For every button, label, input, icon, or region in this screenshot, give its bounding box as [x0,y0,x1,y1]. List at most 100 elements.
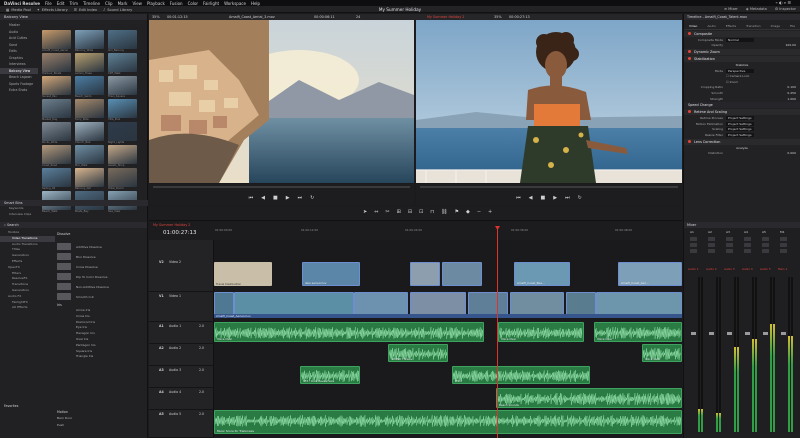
track-header-a3[interactable]: A3 Audio 3 2.0 [149,366,214,388]
tab-file[interactable]: File [790,24,795,28]
stab-mode-select[interactable]: Perspective [726,68,754,73]
clip-thumbnail[interactable]: Villa_Pool [108,99,137,121]
audio-clip[interactable]: SOUND FX.wav [388,344,448,362]
motion-estimation-select[interactable]: Project Settings [726,121,754,126]
smart-bin-interviews[interactable]: Interview Clips [0,212,148,218]
mixer-channel-button[interactable] [726,249,733,253]
audio-clip[interactable]: Voice Over [594,322,682,342]
stop-icon[interactable]: ■ [541,195,546,201]
menu-workspace[interactable]: Workspace [224,1,246,6]
tab-audio[interactable]: Audio [707,24,716,28]
selection-tool-icon[interactable]: ➤ [363,209,367,215]
video-clip[interactable] [442,262,482,286]
menu-file[interactable]: File [45,1,52,6]
enable-icon[interactable] [688,139,691,143]
audio-clip[interactable]: Wind [452,366,590,384]
mixer-channel-button[interactable] [762,249,769,253]
overwrite-icon[interactable]: ⊟ [408,209,412,215]
app-name[interactable]: DaVinci Resolve [4,1,40,6]
menu-trim[interactable]: Trim [69,1,78,6]
menu-fusion[interactable]: Fusion [170,1,183,6]
fx-category[interactable]: AU Effects [0,305,55,311]
clip-thumbnail[interactable]: Girl_Balcony [108,30,137,52]
stop-icon[interactable]: ■ [273,195,278,201]
marker-icon[interactable]: ◆ [466,209,470,215]
video-clip[interactable]: Amalfi_Coast_Aeri... [618,262,682,286]
zoom-checkbox[interactable]: ☑ Zoom [726,80,738,84]
video-clip[interactable]: Amalfi_Coast_Bea... [514,262,570,286]
loop-icon[interactable]: ↻ [578,195,582,201]
volume-fader[interactable] [745,332,750,335]
skip-forward-icon[interactable]: ⏭ [565,195,570,201]
clip-thumbnail[interactable]: Harbour_Boats [42,53,71,75]
track-header-v1[interactable]: V1 Video 1 [149,292,214,322]
audio-clip[interactable]: Music Score for Trailer.wav [214,410,682,434]
mixer-channel-button[interactable] [744,243,751,247]
mixer-channel-button[interactable] [708,249,715,253]
bin-item[interactable]: Extra Shots [0,87,38,94]
transition-item[interactable]: Smooth Cut [57,292,145,301]
track-header-a4[interactable]: A4 Audio 4 2.0 [149,388,214,410]
enable-icon[interactable] [688,110,691,114]
audio-clip[interactable]: Voice Over [214,322,484,342]
tab-transition[interactable]: Transition [746,24,761,28]
mixer-channel-button[interactable] [708,243,715,247]
clip-thumbnail[interactable]: Hotel_Room [108,168,137,190]
clip-thumbnail[interactable]: Amalfi_Coast_Aerial [42,30,71,52]
menu-timeline[interactable]: Timeline [83,1,100,6]
skip-forward-icon[interactable]: ⏭ [298,195,303,201]
audio-clip[interactable]: Voice Over [498,322,584,342]
strength-value[interactable]: 1.000 [787,97,796,101]
clip-thumbnail[interactable]: Rocks_Wide [42,122,71,144]
cropping-ratio-value[interactable]: 0.100 [787,85,796,89]
clip-thumbnail[interactable]: Sailing_02 [42,168,71,190]
menu-playback[interactable]: Playback [147,1,165,6]
volume-fader[interactable] [763,332,768,335]
timeline-tracks[interactable]: Travel Destination lake aerial.mov Amalf… [214,240,682,438]
volume-fader[interactable] [781,332,786,335]
camera-lock-checkbox[interactable]: ☐ Camera Lock [726,74,749,78]
mixer-channel-button[interactable] [780,237,787,241]
play-icon[interactable]: ▶ [286,195,290,201]
enable-icon[interactable] [688,57,691,61]
composite-mode-select[interactable]: Normal [726,37,754,42]
volume-fader[interactable] [691,332,696,335]
play-icon[interactable]: ▶ [553,195,557,201]
clip-thumbnail[interactable]: Cliff_Walk [108,53,137,75]
playhead[interactable] [497,227,498,438]
mixer-channel-button[interactable] [780,243,787,247]
clip-thumbnail[interactable]: Night_Lights [108,122,137,144]
menu-color[interactable]: Color [188,1,198,6]
transition-push[interactable]: Push [57,423,64,427]
clip-thumbnail[interactable]: Sunset_Pan [42,76,71,98]
title-clip[interactable]: Travel Destination [214,262,272,286]
clip-thumbnail[interactable]: Market_Day [42,99,71,121]
skip-back-icon[interactable]: ⏮ [516,195,521,201]
clip-thumbnail[interactable]: Balcony_Girl [75,168,104,190]
clip-thumbnail[interactable]: Coast_Road [42,145,71,167]
mixer-channel-button[interactable] [744,249,751,253]
link-icon[interactable]: ⛓ [441,209,447,215]
track-header-a5[interactable]: A5 Audio 5 2.0 [149,410,214,438]
source-scrubber[interactable] [153,186,410,188]
source-viewer[interactable] [149,20,414,183]
transition-item[interactable]: Non-Additive Dissolve [57,282,145,291]
track-header-v2[interactable]: V2 Video 2 [149,258,214,292]
tab-image[interactable]: Image [771,24,780,28]
stabilize-button[interactable]: Stabilize [736,63,749,67]
analyze-button[interactable]: Analyze [736,146,748,150]
volume-fader[interactable] [709,332,714,335]
audio-clip[interactable]: Beach Sounds [496,388,682,408]
menu-clip[interactable]: Clip [105,1,113,6]
transition-barn-door[interactable]: Barn Door [57,416,72,420]
retime-process-select[interactable]: Project Settings [726,116,754,121]
inspector-button[interactable]: ⚙ Inspector [775,7,796,11]
menu-help[interactable]: Help [251,1,260,6]
blade-tool-icon[interactable]: ✂ [385,209,389,215]
tab-video[interactable]: Video [689,24,697,28]
mixer-channel-button[interactable] [726,237,733,241]
mixer-channel-button[interactable] [726,243,733,247]
menu-edit[interactable]: Edit [57,1,65,6]
transition-item[interactable]: Triangle Iris [57,354,145,360]
timeline-name[interactable]: My Summer Holiday 2 [427,15,464,19]
